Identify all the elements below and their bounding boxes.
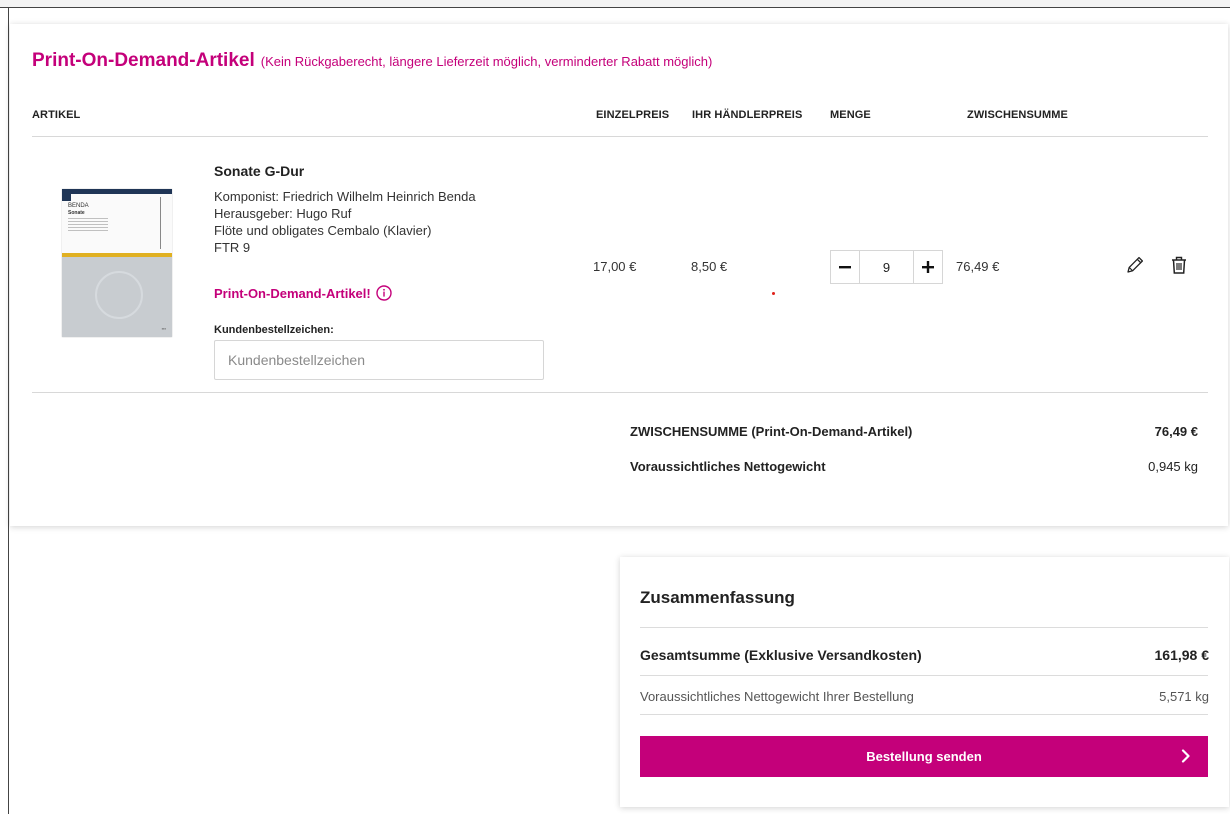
quantity-decrease-button[interactable] <box>831 251 859 283</box>
summary-weight-label: Voraussichtliches Nettogewicht Ihrer Bes… <box>640 689 914 704</box>
einzelpreis-value: 17,00 € <box>593 259 637 274</box>
summary-total-label: Gesamtsumme (Exklusive Versandkosten) <box>640 647 922 663</box>
pencil-icon[interactable] <box>1124 254 1146 276</box>
column-header-zwischensumme: ZWISCHENSUMME <box>967 109 1068 121</box>
info-icon[interactable] <box>376 285 392 301</box>
section-title: Print-On-Demand-Artikel <box>32 50 255 71</box>
cover-tab <box>62 189 71 201</box>
cover-strip <box>62 189 172 194</box>
column-header-menge: MENGE <box>830 109 871 121</box>
column-header-artikel: ARTIKEL <box>32 109 81 121</box>
quantity-value[interactable]: 9 <box>859 251 914 283</box>
item-divider <box>32 392 1208 393</box>
indicator-dot <box>772 292 775 295</box>
summary-weight-value: 5,571 kg <box>1159 689 1209 704</box>
frame-top-border <box>0 7 1230 8</box>
product-title[interactable]: Sonate G-Dur <box>214 163 304 179</box>
product-editor: Herausgeber: Hugo Ruf <box>214 206 352 221</box>
haendlerpreis-value: 8,50 € <box>691 259 728 274</box>
cover-composer: BENDA <box>68 203 89 209</box>
section-weight-value: 0,945 kg <box>1148 459 1198 474</box>
column-header-einzelpreis: EINZELPREIS <box>596 109 670 121</box>
plus-icon <box>922 261 934 273</box>
cover-publisher-logo: ▪▪▪ <box>161 326 166 331</box>
order-summary-panel: Zusammenfassung Gesamtsumme (Exklusive V… <box>620 557 1229 807</box>
column-header-haendlerpreis: IHR HÄNDLERPREIS <box>692 109 803 121</box>
product-instrumentation: Flöte und obligates Cembalo (Klavier) <box>214 223 432 238</box>
pod-notice-label: Print-On-Demand-Artikel! <box>214 285 371 301</box>
chevron-right-icon <box>1181 749 1190 763</box>
quantity-increase-button[interactable] <box>914 251 942 283</box>
summary-title: Zusammenfassung <box>640 588 795 607</box>
cover-title: Sonate <box>68 210 85 216</box>
section-subtotal-value: 76,49 € <box>1154 424 1198 439</box>
quantity-stepper[interactable]: 9 <box>830 250 943 284</box>
product-composer: Komponist: Friedrich Wilhelm Heinrich Be… <box>214 189 476 204</box>
cover-band <box>62 253 172 257</box>
product-number: FTR 9 <box>214 240 251 255</box>
section-subtitle: (Kein Rückgaberecht, längere Lieferzeit … <box>260 54 713 69</box>
cover-emblem <box>95 271 143 319</box>
kundenbestellzeichen-label: Kundenbestellzeichen: <box>214 324 334 336</box>
submit-order-label: Bestellung senden <box>866 749 982 764</box>
cover-vertical-line <box>160 197 161 249</box>
minus-icon <box>839 266 851 269</box>
cover-text-lines <box>68 218 108 232</box>
kundenbestellzeichen-input[interactable] <box>214 340 544 380</box>
product-cover-image[interactable]: BENDA Sonate ▪▪▪ <box>62 189 172 337</box>
summary-divider-top <box>640 627 1208 628</box>
section-weight-label: Voraussichtliches Nettogewicht <box>630 459 826 474</box>
summary-divider-middle <box>640 675 1208 676</box>
pod-notice: Print-On-Demand-Artikel! <box>214 285 392 301</box>
submit-order-button[interactable]: Bestellung senden <box>640 736 1208 777</box>
section-header: Print-On-Demand-Artikel (Kein Rückgaberec… <box>32 50 712 72</box>
trash-icon[interactable] <box>1168 254 1190 276</box>
summary-divider-bottom <box>640 714 1208 715</box>
header-divider <box>32 136 1208 137</box>
section-subtotal-label: ZWISCHENSUMME (Print-On-Demand-Artikel) <box>630 424 913 439</box>
pod-cart-section: Print-On-Demand-Artikel (Kein Rückgaberec… <box>10 24 1228 526</box>
summary-total-value: 161,98 € <box>1154 647 1210 663</box>
frame-left-border <box>8 7 9 814</box>
zwischensumme-value: 76,49 € <box>956 259 1000 274</box>
